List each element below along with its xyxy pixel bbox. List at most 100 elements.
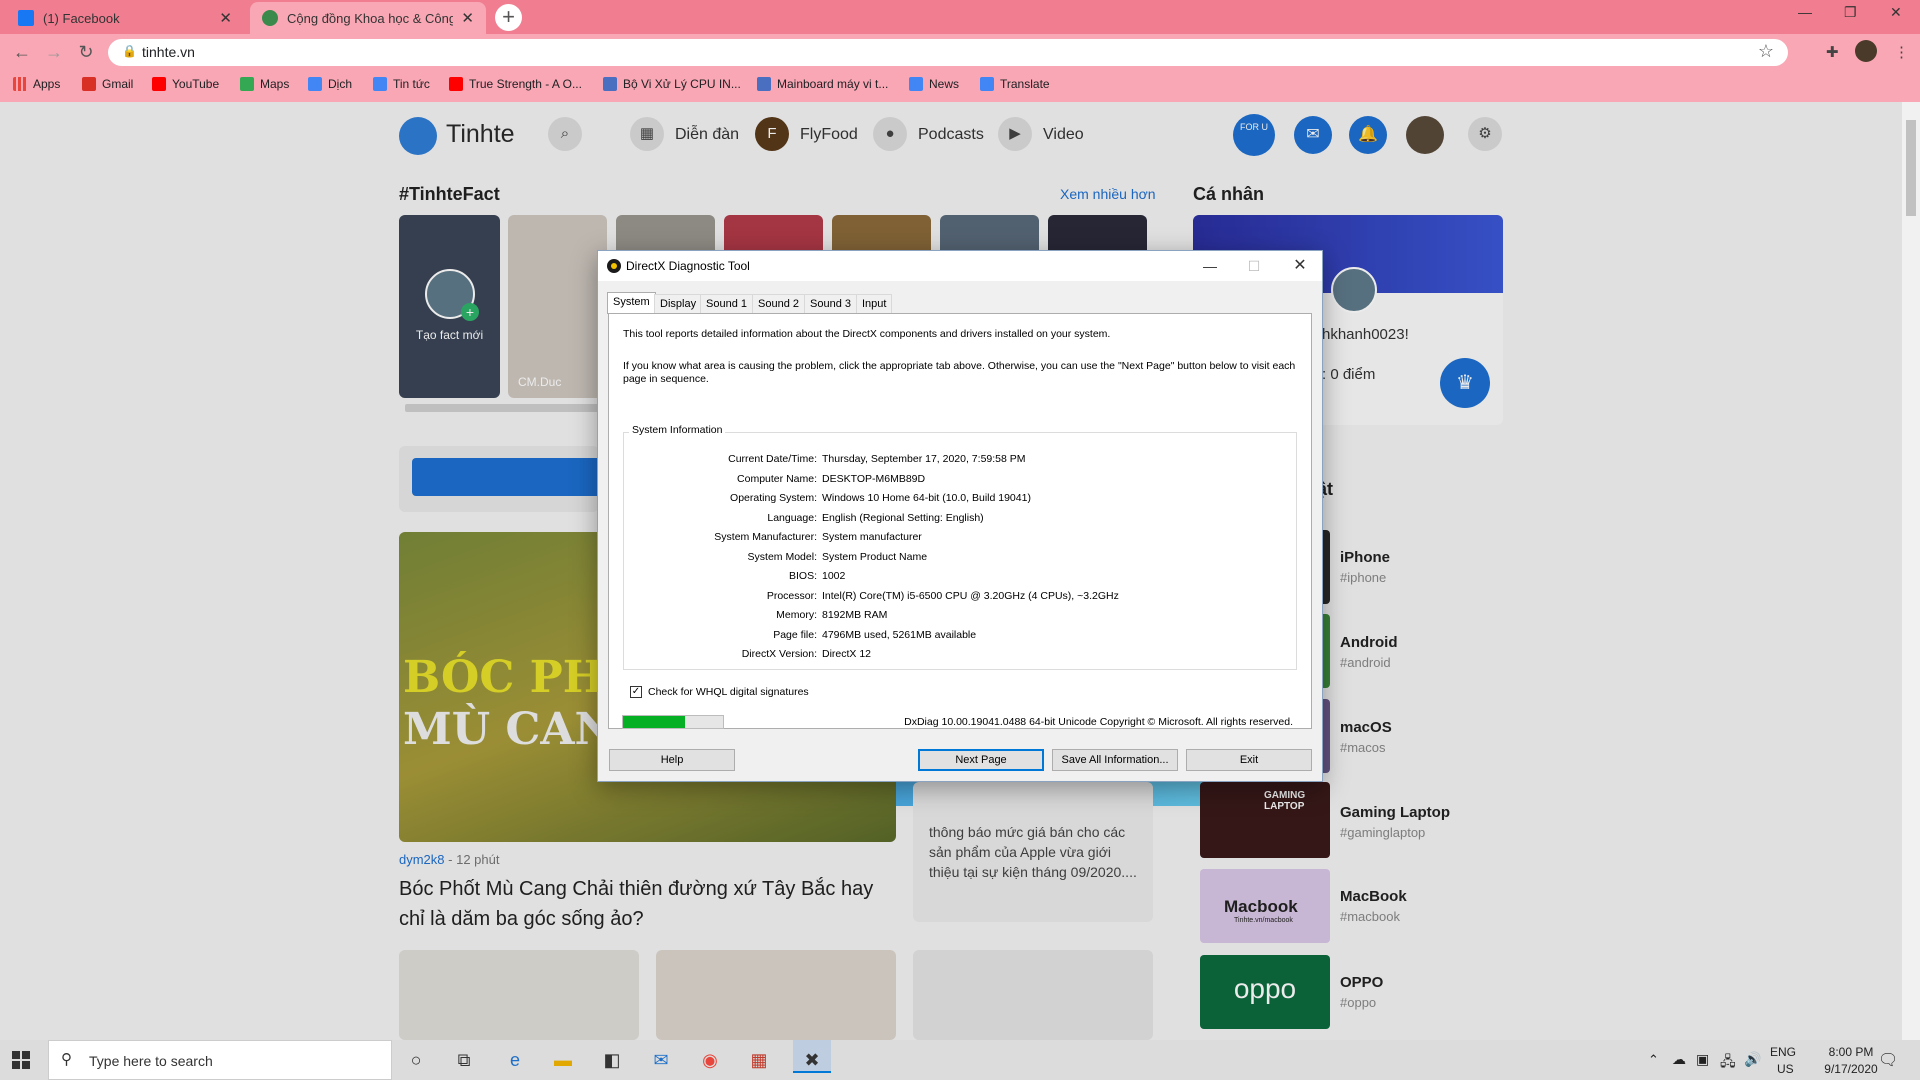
help-button[interactable]: Help [609, 749, 735, 771]
dx-close-icon[interactable]: ✕ [1280, 255, 1320, 277]
row-value: Thursday, September 17, 2020, 7:59:58 PM [822, 453, 1026, 465]
browser-toolbar: ← → ↻ 🔒 tinhte.vn ☆ ✚ ⋮ [0, 34, 1920, 70]
whql-label[interactable]: Check for WHQL digital signatures [648, 686, 809, 698]
bookmark-maps[interactable]: Maps [240, 77, 289, 91]
bookmark-apps[interactable]: Apps [13, 77, 60, 91]
window-close-icon[interactable]: ✕ [1890, 4, 1902, 21]
bookmark-label: Dịch [328, 77, 353, 91]
clock-date[interactable]: 9/17/2020 [1816, 1062, 1886, 1076]
tab-display[interactable]: Display [654, 294, 703, 313]
intro-text: This tool reports detailed information a… [623, 328, 1111, 340]
row-label: Operating System: [730, 492, 817, 504]
scrollbar-thumb[interactable] [1906, 120, 1916, 216]
row-value: 4796MB used, 5261MB available [822, 629, 977, 641]
bookmark-label: YouTube [172, 77, 220, 91]
language-indicator[interactable]: ENG [1770, 1045, 1796, 1059]
row-value: Windows 10 Home 64-bit (10.0, Build 1904… [822, 492, 1031, 504]
facebook-icon [18, 10, 34, 26]
bookmark-cpu[interactable]: Bộ Vi Xử Lý CPU IN... [603, 77, 741, 91]
exit-button[interactable]: Exit [1186, 749, 1312, 771]
store-icon[interactable]: ◧ [599, 1047, 625, 1073]
bookmark-label: Apps [33, 77, 61, 91]
edge-icon[interactable]: e [502, 1047, 528, 1073]
close-tab-icon[interactable]: ✕ [219, 9, 232, 27]
bookmark-tin-tuc[interactable]: Tin tức [373, 77, 430, 91]
onedrive-icon[interactable]: ☁ [1672, 1051, 1686, 1068]
restore-icon[interactable]: ❐ [1844, 4, 1857, 21]
row-value: DESKTOP-M6MB89D [822, 473, 926, 485]
site-icon [603, 77, 617, 91]
progress-fill [623, 716, 685, 728]
row-label: Computer Name: [737, 473, 817, 485]
cortana-icon[interactable]: ○ [403, 1047, 429, 1073]
save-all-information-button[interactable]: Save All Information... [1052, 749, 1178, 771]
maps-icon [240, 77, 254, 91]
dxdiag-titlebar[interactable]: DirectX Diagnostic Tool — ☐ ✕ [598, 251, 1322, 281]
apps-grid-icon [13, 77, 27, 91]
tab-system[interactable]: System [607, 292, 656, 314]
new-tab-button[interactable]: + [495, 4, 522, 31]
tab-input[interactable]: Input [856, 294, 893, 313]
chrome-icon[interactable]: ◉ [697, 1047, 723, 1073]
page-scrollbar[interactable] [1902, 102, 1920, 1040]
notification-center-icon[interactable]: 🗨 [1878, 1050, 1898, 1070]
whql-checkbox[interactable]: ✓ [630, 686, 642, 698]
bookmark-label: News [929, 77, 960, 91]
dx-minimize-icon[interactable]: — [1190, 255, 1230, 277]
extensions-icon[interactable]: ✚ [1826, 43, 1839, 61]
network-icon[interactable]: 🖧 [1720, 1051, 1736, 1075]
next-page-button[interactable]: Next Page [918, 749, 1044, 771]
bookmark-youtube[interactable]: YouTube [152, 77, 219, 91]
bookmark-gmail[interactable]: Gmail [82, 77, 133, 91]
bookmark-dich[interactable]: Dịch [308, 77, 352, 91]
profile-avatar[interactable] [1855, 40, 1877, 62]
tab-sound-2[interactable]: Sound 2 [752, 294, 805, 313]
menu-dots-icon[interactable]: ⋮ [1894, 43, 1909, 61]
volume-icon[interactable]: 🔊 [1744, 1051, 1761, 1068]
minimize-icon[interactable]: — [1798, 4, 1812, 20]
back-icon[interactable]: ← [10, 40, 34, 64]
address-bar[interactable]: 🔒 tinhte.vn ☆ [108, 39, 1788, 66]
bookmark-label: True Strength - A O... [469, 77, 582, 91]
translate-icon [308, 77, 322, 91]
youtube-icon [449, 77, 463, 91]
system-tab-panel: This tool reports detailed information a… [608, 313, 1312, 729]
reload-icon[interactable]: ↻ [74, 40, 98, 64]
translate-icon [980, 77, 994, 91]
row-label: BIOS: [788, 570, 817, 582]
app-icon[interactable]: ▦ [746, 1047, 772, 1073]
row-label: System Model: [747, 551, 817, 563]
windows-start-icon[interactable] [12, 1051, 30, 1069]
region-indicator[interactable]: US [1777, 1062, 1794, 1076]
url-text: tinhte.vn [142, 44, 195, 60]
row-value: 8192MB RAM [822, 609, 888, 621]
show-hidden-icons-icon[interactable]: ⌃ [1648, 1052, 1659, 1068]
group-label: System Information [629, 424, 726, 436]
taskbar-search-box[interactable]: ⚲ Type here to search [48, 1040, 392, 1080]
tab-sound-1[interactable]: Sound 1 [700, 294, 753, 313]
mail-icon[interactable]: ✉ [648, 1047, 674, 1073]
dx-maximize-icon[interactable]: ☐ [1234, 255, 1274, 277]
bookmark-mainboard[interactable]: Mainboard máy vi t... [757, 77, 888, 91]
tab-sound-3[interactable]: Sound 3 [804, 294, 857, 313]
clock-time[interactable]: 8:00 PM [1816, 1045, 1886, 1059]
news-icon [909, 77, 923, 91]
bookmark-label: Maps [260, 77, 290, 91]
bookmark-label: Mainboard máy vi t... [777, 77, 889, 91]
bookmarks-bar: Apps Gmail YouTube Maps Dịch Tin tức Tru… [0, 70, 1920, 102]
bookmark-news[interactable]: News [909, 77, 959, 91]
close-tab-icon[interactable]: ✕ [461, 9, 474, 27]
bookmark-true-strength[interactable]: True Strength - A O... [449, 77, 582, 91]
bookmark-star-icon[interactable]: ☆ [1758, 41, 1774, 62]
app-tray-icon[interactable]: ▣ [1696, 1051, 1709, 1068]
progress-bar [622, 715, 724, 729]
bookmark-translate[interactable]: Translate [980, 77, 1050, 91]
row-label: DirectX Version: [741, 648, 817, 660]
tab-facebook[interactable]: (1) Facebook ✕ [6, 2, 244, 34]
forward-icon[interactable]: → [42, 40, 66, 64]
tab-tinhte[interactable]: Cộng đồng Khoa học & Công ng ✕ [250, 2, 486, 34]
gmail-icon [82, 77, 96, 91]
file-explorer-icon[interactable]: ▬ [550, 1047, 576, 1073]
dxdiag-taskbar-icon[interactable]: ✖ [793, 1040, 831, 1073]
task-view-icon[interactable]: ⧉ [451, 1047, 477, 1073]
